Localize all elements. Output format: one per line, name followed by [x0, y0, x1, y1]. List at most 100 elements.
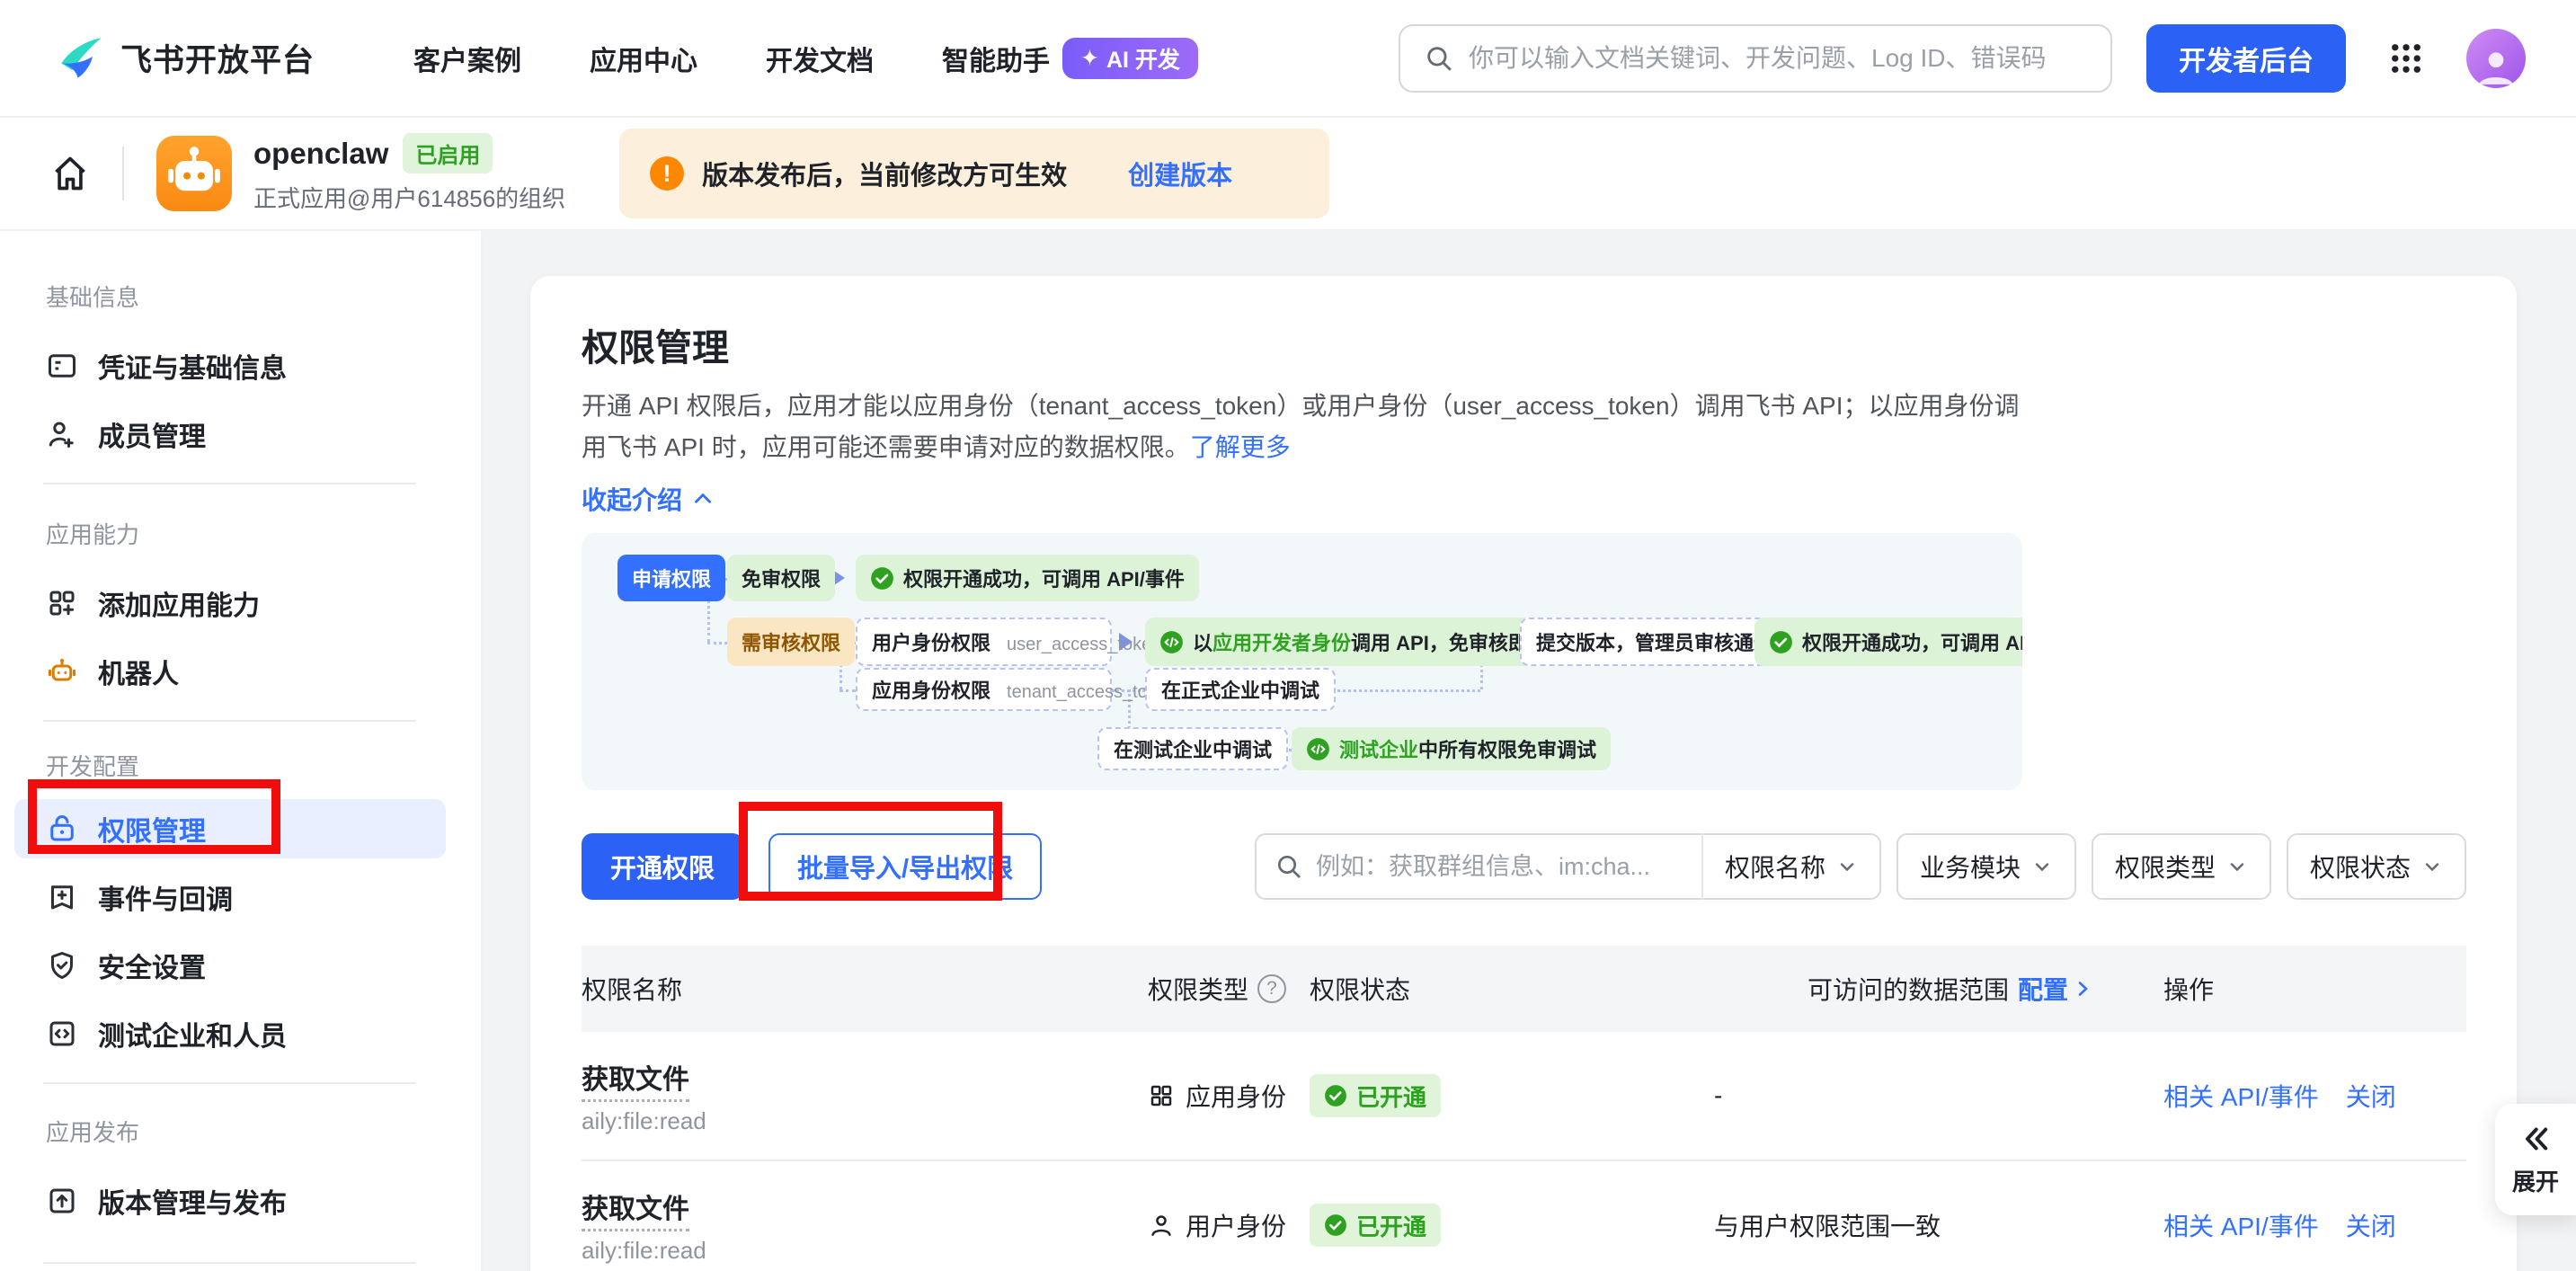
app-identity-icon [1148, 1082, 1175, 1109]
close-permission-link[interactable]: 关闭 [2346, 1207, 2396, 1243]
node-need-review: 需审核权限 [727, 618, 855, 666]
permission-search-input[interactable] [1316, 853, 1683, 881]
node-test-free-debug: 测试企业中所有权限免审调试 [1292, 727, 1611, 770]
main-area: 权限管理 开通 API 权限后，应用才能以应用身份（tenant_access_… [483, 231, 2576, 1271]
developer-console-button[interactable]: 开发者后台 [2146, 24, 2346, 93]
nav-item-appcenter[interactable]: 应用中心 [590, 39, 697, 78]
open-permission-button[interactable]: 开通权限 [582, 833, 743, 900]
permission-name: 获取文件 [582, 1057, 1148, 1097]
app-status-badge: 已启用 [403, 133, 493, 173]
node-success-1: 权限开通成功，可调用 API/事件 [856, 555, 1199, 601]
version-banner: ! 版本发布后，当前修改方可生效 创建版本 [619, 129, 1329, 218]
question-circle-icon[interactable]: ? [1257, 974, 1286, 1003]
search-icon [1275, 852, 1303, 881]
col-actions: 操作 [2163, 971, 2466, 1007]
permission-name: 获取文件 [582, 1187, 1148, 1226]
filter-permission-status[interactable]: 权限状态 [2287, 833, 2466, 900]
sidebar-section-release: 应用发布 [46, 1113, 481, 1149]
sidebar-item-add-capability[interactable]: 添加应用能力 [0, 569, 481, 637]
search-category-select[interactable]: 权限名称 [1701, 833, 1879, 900]
sidebar-section-capability: 应用能力 [46, 515, 481, 551]
global-search-input[interactable] [1469, 44, 2087, 73]
check-circle-icon [870, 566, 894, 591]
scope-cell: - [1687, 1081, 2163, 1110]
close-permission-link[interactable]: 关闭 [2346, 1078, 2396, 1114]
home-icon[interactable] [50, 154, 90, 193]
app-header: openclaw 已启用 正式应用@用户614856的组织 ! 版本发布后，当前… [0, 118, 2576, 231]
node-success-2: 权限开通成功，可调用 API/事件 [1754, 618, 2022, 666]
permission-table: 权限名称 权限类型 ? 权限状态 可访问的数据范围 配置 操作 [582, 946, 2466, 1271]
row-actions: 相关 API/事件 关闭 [2163, 1207, 2466, 1243]
banner-text: 版本发布后，当前修改方可生效 [702, 155, 1067, 192]
page-title: 权限管理 [582, 323, 2466, 373]
sidebar-item-permissions[interactable]: 权限管理 [14, 799, 446, 858]
check-circle-icon [1769, 630, 1793, 654]
node-test-debug: 在测试企业中调试 [1097, 727, 1288, 770]
divider [122, 147, 124, 200]
member-add-icon [46, 418, 78, 450]
ai-dev-badge[interactable]: ✦ AI 开发 [1062, 38, 1198, 79]
scope-cell: 与用户权限范围一致 [1687, 1207, 2163, 1243]
sidebar-item-members[interactable]: 成员管理 [0, 400, 481, 468]
app-grid-icon[interactable] [2387, 40, 2425, 77]
sidebar: 基础信息 凭证与基础信息 成员管理 应用能力 [0, 231, 483, 1271]
table-row: 获取文件 aily:file:read 用户身份 [582, 1161, 2466, 1271]
filter-permission-type[interactable]: 权限类型 [2092, 833, 2271, 900]
chevron-up-icon [691, 487, 715, 511]
chevron-down-icon [2226, 856, 2248, 877]
sidebar-item-test-company[interactable]: 测试企业和人员 [0, 1000, 481, 1068]
sidebar-item-security[interactable]: 安全设置 [0, 931, 481, 1000]
filter-business-module[interactable]: 业务模块 [1896, 833, 2076, 900]
row-actions: 相关 API/事件 关闭 [2163, 1078, 2466, 1114]
expand-panel-button[interactable]: 展开 [2495, 1104, 2576, 1215]
related-api-link[interactable]: 相关 API/事件 [2163, 1078, 2319, 1114]
sidebar-item-events[interactable]: 事件与回调 [0, 863, 481, 931]
table-header: 权限名称 权限类型 ? 权限状态 可访问的数据范围 配置 操作 [582, 946, 2466, 1032]
user-identity-icon [1148, 1212, 1175, 1239]
node-tenant-identity: 应用身份权限tenant_access_token 调用 [856, 668, 1112, 711]
nav-item-cases[interactable]: 客户案例 [413, 39, 521, 78]
permission-toolbar: 开通权限 批量导入/导出权限 权限名称 [582, 833, 2466, 900]
user-avatar[interactable] [2466, 29, 2526, 88]
permission-search[interactable]: 权限名称 [1255, 833, 1881, 900]
main-nav: 客户案例 应用中心 开发文档 智能助手 ✦ AI 开发 [413, 38, 1198, 79]
nav-item-assistant[interactable]: 智能助手 ✦ AI 开发 [942, 38, 1198, 79]
chevron-down-icon [2031, 856, 2053, 877]
status-badge: 已开通 [1310, 1074, 1441, 1117]
check-circle-icon [1324, 1213, 1347, 1237]
col-scope: 可访问的数据范围 配置 [1687, 971, 2163, 1007]
debug-circle-icon [1159, 630, 1184, 654]
scope-config-link[interactable]: 配置 [2018, 971, 2093, 1007]
node-no-review: 免审权限 [727, 555, 835, 601]
divider [43, 1082, 416, 1084]
nav-item-docs[interactable]: 开发文档 [766, 39, 874, 78]
check-circle-icon [1324, 1084, 1347, 1107]
divider [43, 720, 416, 722]
sidebar-item-bot[interactable]: 机器人 [0, 637, 481, 706]
create-version-link[interactable]: 创建版本 [1128, 155, 1232, 192]
global-search[interactable] [1399, 24, 2112, 93]
robot-icon [46, 655, 78, 688]
shield-check-icon [46, 949, 78, 982]
col-type: 权限类型 ? [1148, 971, 1310, 1007]
navbar-right: 开发者后台 [1399, 24, 2526, 93]
permission-code: aily:file:read [582, 1107, 1148, 1135]
node-apply-permission: 申请权限 [617, 555, 725, 601]
chevron-down-icon [1836, 856, 1858, 877]
col-name: 权限名称 [582, 971, 1148, 1007]
collapse-intro-link[interactable]: 收起介绍 [582, 481, 715, 517]
status-badge: 已开通 [1310, 1204, 1441, 1247]
sidebar-item-credentials[interactable]: 凭证与基础信息 [0, 332, 481, 400]
sidebar-item-version[interactable]: 版本管理与发布 [0, 1167, 481, 1235]
batch-import-export-button[interactable]: 批量导入/导出权限 [768, 833, 1042, 900]
page-description: 开通 API 权限后，应用才能以应用身份（tenant_access_token… [582, 386, 2022, 468]
app-icon [156, 136, 232, 211]
node-user-identity: 用户身份权限user_access_token 调用 [856, 618, 1112, 666]
permission-type-cell: 用户身份 [1148, 1207, 1310, 1243]
app-meta: openclaw 已启用 正式应用@用户614856的组织 [253, 133, 565, 214]
double-chevron-left-icon [2519, 1123, 2552, 1155]
search-icon [1424, 43, 1454, 74]
brand[interactable]: 飞书开放平台 [58, 35, 315, 82]
learn-more-link[interactable]: 了解更多 [1190, 433, 1291, 461]
related-api-link[interactable]: 相关 API/事件 [2163, 1207, 2319, 1243]
